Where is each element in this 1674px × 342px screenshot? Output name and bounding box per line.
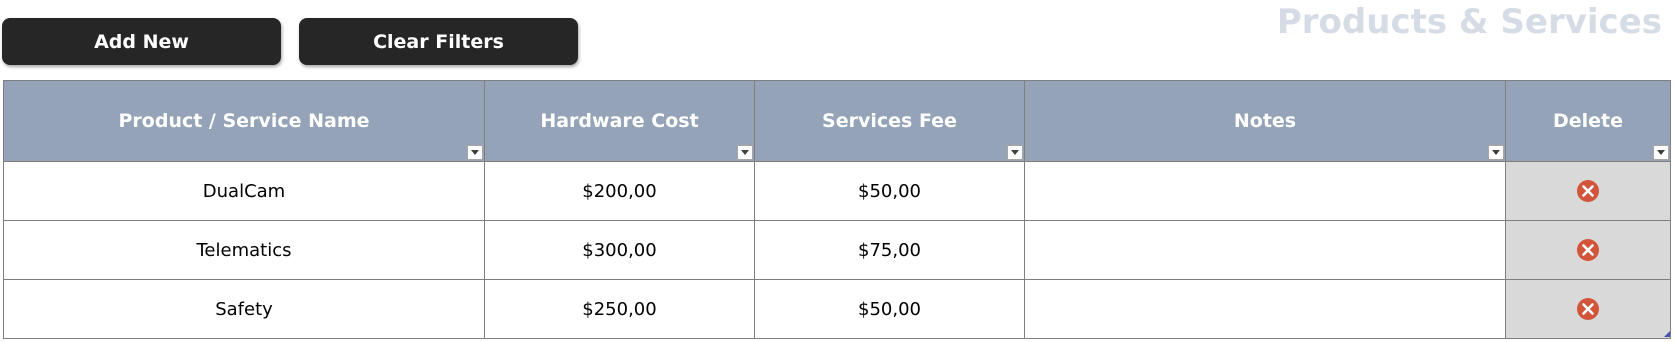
products-services-sheet: Add New Clear Filters Products & Service…	[0, 0, 1674, 342]
cell-product-name[interactable]: Safety	[3, 279, 485, 339]
column-header-label: Delete	[1552, 110, 1624, 132]
cell-hardware-cost[interactable]: $300,00	[484, 220, 755, 280]
add-new-button[interactable]: Add New	[2, 18, 281, 65]
cell-notes[interactable]	[1024, 220, 1506, 280]
filter-dropdown-icon[interactable]	[1488, 145, 1504, 160]
products-table: Product / Service Name Hardware Cost Ser…	[3, 80, 1671, 339]
delete-x-circle-icon[interactable]	[1576, 179, 1600, 203]
column-header-services-fee: Services Fee	[754, 80, 1025, 162]
cell-product-name[interactable]: Telematics	[3, 220, 485, 280]
cell-hardware-cost[interactable]: $200,00	[484, 161, 755, 221]
column-header-label: Hardware Cost	[540, 110, 699, 132]
column-header-label: Services Fee	[822, 110, 957, 132]
cell-delete	[1505, 279, 1671, 339]
table-resize-handle-icon[interactable]	[1664, 331, 1670, 337]
page-title: Products & Services	[1276, 2, 1662, 42]
cell-services-fee[interactable]: $50,00	[754, 279, 1025, 339]
filter-dropdown-icon[interactable]	[1007, 145, 1023, 160]
table-header-row: Product / Service Name Hardware Cost Ser…	[3, 80, 1671, 162]
column-header-notes: Notes	[1024, 80, 1506, 162]
delete-x-circle-icon[interactable]	[1576, 297, 1600, 321]
cell-notes[interactable]	[1024, 161, 1506, 221]
cell-delete	[1505, 220, 1671, 280]
column-header-name: Product / Service Name	[3, 80, 485, 162]
filter-dropdown-icon[interactable]	[737, 145, 753, 160]
delete-x-circle-icon[interactable]	[1576, 238, 1600, 262]
clear-filters-button[interactable]: Clear Filters	[299, 18, 578, 65]
column-header-hardware-cost: Hardware Cost	[484, 80, 755, 162]
filter-dropdown-icon[interactable]	[467, 145, 483, 160]
column-header-label: Notes	[1233, 110, 1297, 132]
table-row: Safety $250,00 $50,00	[3, 279, 1671, 339]
column-header-delete: Delete	[1505, 80, 1671, 162]
cell-services-fee[interactable]: $75,00	[754, 220, 1025, 280]
cell-product-name[interactable]: DualCam	[3, 161, 485, 221]
cell-notes[interactable]	[1024, 279, 1506, 339]
cell-hardware-cost[interactable]: $250,00	[484, 279, 755, 339]
cell-services-fee[interactable]: $50,00	[754, 161, 1025, 221]
table-row: Telematics $300,00 $75,00	[3, 220, 1671, 280]
table-row: DualCam $200,00 $50,00	[3, 161, 1671, 221]
filter-dropdown-icon[interactable]	[1653, 145, 1669, 160]
column-header-label: Product / Service Name	[118, 110, 370, 132]
cell-delete	[1505, 161, 1671, 221]
